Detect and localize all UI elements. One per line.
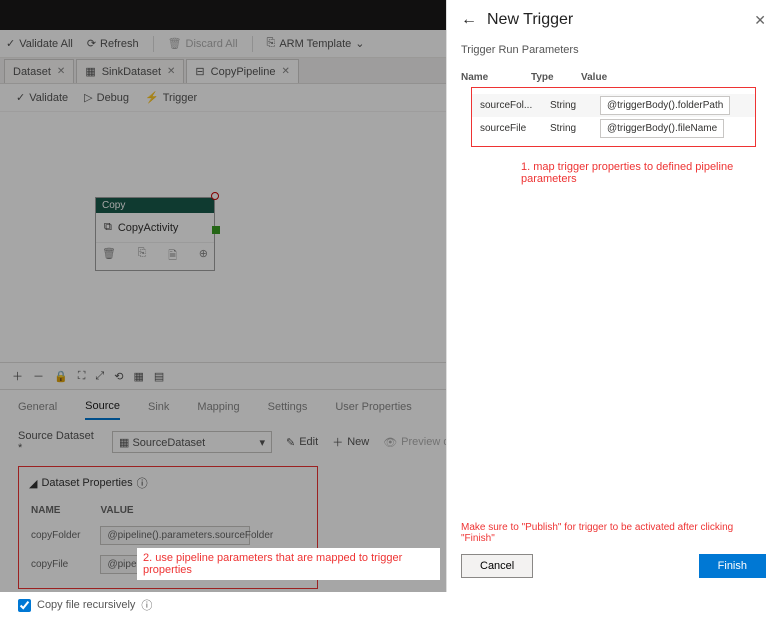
activity-header: Copy	[96, 198, 214, 213]
expand-icon[interactable]: ⊕	[199, 247, 208, 266]
publish-note: Make sure to "Publish" for trigger to be…	[461, 522, 766, 544]
discard-all-button[interactable]: 🗑 Discard All	[168, 37, 238, 50]
delete-icon[interactable]: 🗑	[102, 247, 116, 266]
dataset-icon: ▦	[119, 437, 129, 449]
lock-icon[interactable]: 🔒	[54, 370, 68, 383]
dataset-properties-title: Dataset Properties	[41, 477, 132, 489]
dataset-icon: ▦	[85, 65, 95, 78]
source-dataset-label: Source Dataset *	[18, 430, 98, 454]
close-icon[interactable]: ✕	[57, 66, 65, 77]
close-icon[interactable]: ✕	[754, 12, 766, 29]
copy-recursive-row: Copy file recursively ⓘ	[0, 589, 780, 621]
source-dataset-dropdown[interactable]: ▦ SourceDataset▾	[112, 431, 272, 453]
trigger-params-box: sourceFol... String @triggerBody().folde…	[471, 87, 756, 147]
subtab-user-properties[interactable]: User Properties	[335, 395, 411, 419]
new-trigger-panel: ← New Trigger ✕ Trigger Run Parameters N…	[446, 0, 780, 592]
value-input[interactable]: @pipeline().parameters.sourceFolder	[100, 526, 250, 545]
fit-icon[interactable]: ⛶	[78, 370, 86, 383]
arrange-icon[interactable]: ⤢	[95, 370, 104, 383]
cancel-button[interactable]: Cancel	[461, 554, 533, 578]
tab-dataset[interactable]: Dataset✕	[4, 59, 74, 83]
status-dot-icon	[211, 192, 219, 200]
param-row: sourceFile String @triggerBody().fileNam…	[480, 117, 747, 140]
close-icon[interactable]: ✕	[281, 66, 289, 77]
copy-icon: ⧉	[104, 221, 112, 234]
param-header-row: Name Type Value	[461, 68, 766, 87]
subtab-settings[interactable]: Settings	[268, 395, 308, 419]
validate-all-button[interactable]: ✓ Validate All	[6, 37, 73, 50]
subtab-sink[interactable]: Sink	[148, 395, 169, 419]
panel-title: New Trigger	[487, 11, 573, 29]
table-row: copyFolder@pipeline().parameters.sourceF…	[31, 522, 305, 549]
layout-icon[interactable]: ▤	[154, 370, 164, 383]
clone-icon[interactable]: ⎘	[138, 247, 147, 266]
connector-handle[interactable]	[212, 226, 220, 234]
validate-button[interactable]: ✓ Validate	[16, 91, 68, 104]
new-link[interactable]: ＋ New	[332, 434, 369, 450]
grid-icon[interactable]: ▦	[133, 370, 143, 383]
subtab-general[interactable]: General	[18, 395, 57, 419]
copy-recursive-label: Copy file recursively	[37, 599, 135, 611]
info-icon[interactable]: ⓘ	[141, 597, 152, 613]
chevron-down-icon: ▾	[259, 436, 265, 449]
annotation-2: 2. use pipeline parameters that are mapp…	[137, 548, 440, 580]
tab-sinkdataset[interactable]: ▦SinkDataset✕	[76, 59, 184, 83]
col-name: NAME	[31, 501, 98, 520]
refresh-button[interactable]: ⟳ Refresh	[87, 37, 139, 50]
pipeline-icon: ⊟	[195, 65, 204, 78]
subtab-mapping[interactable]: Mapping	[197, 395, 239, 419]
back-arrow-icon[interactable]: ←	[461, 11, 477, 29]
activity-body: ⧉CopyActivity	[96, 213, 214, 242]
close-icon[interactable]: ✕	[167, 66, 175, 77]
collapse-icon[interactable]: ◢	[29, 477, 37, 490]
param-value-input[interactable]: @triggerBody().fileName	[600, 119, 724, 138]
edit-link[interactable]: ✎ Edit	[286, 436, 318, 449]
debug-button[interactable]: ▷ Debug	[84, 91, 129, 104]
subtab-source[interactable]: Source	[85, 394, 120, 420]
arm-template-dropdown[interactable]: ⎘ ARM Template ⌄	[267, 37, 365, 50]
panel-section-label: Trigger Run Parameters	[447, 40, 780, 64]
annotation-1: 1. map trigger properties to defined pip…	[507, 151, 780, 185]
col-value: VALUE	[100, 501, 305, 520]
info-icon[interactable]: ⓘ	[137, 475, 148, 491]
trigger-button[interactable]: ⚡ Trigger	[145, 91, 197, 104]
tab-copypipeline[interactable]: ⊟CopyPipeline✕	[186, 59, 298, 83]
param-row: sourceFol... String @triggerBody().folde…	[472, 94, 755, 117]
copy-recursive-checkbox[interactable]	[18, 599, 31, 612]
copy-activity[interactable]: Copy ⧉CopyActivity 🗑 ⎘ 🗎 ⊕	[95, 197, 215, 271]
activity-footer: 🗑 ⎘ 🗎 ⊕	[96, 242, 214, 270]
reset-icon[interactable]: ⟲	[114, 370, 123, 383]
zoom-out-icon[interactable]: －	[33, 368, 44, 384]
zoom-in-icon[interactable]: ＋	[12, 368, 23, 384]
finish-button[interactable]: Finish	[699, 554, 766, 578]
doc-icon[interactable]: 🗎	[168, 247, 177, 266]
chevron-down-icon: ⌄	[355, 37, 364, 50]
param-value-input[interactable]: @triggerBody().folderPath	[600, 96, 730, 115]
